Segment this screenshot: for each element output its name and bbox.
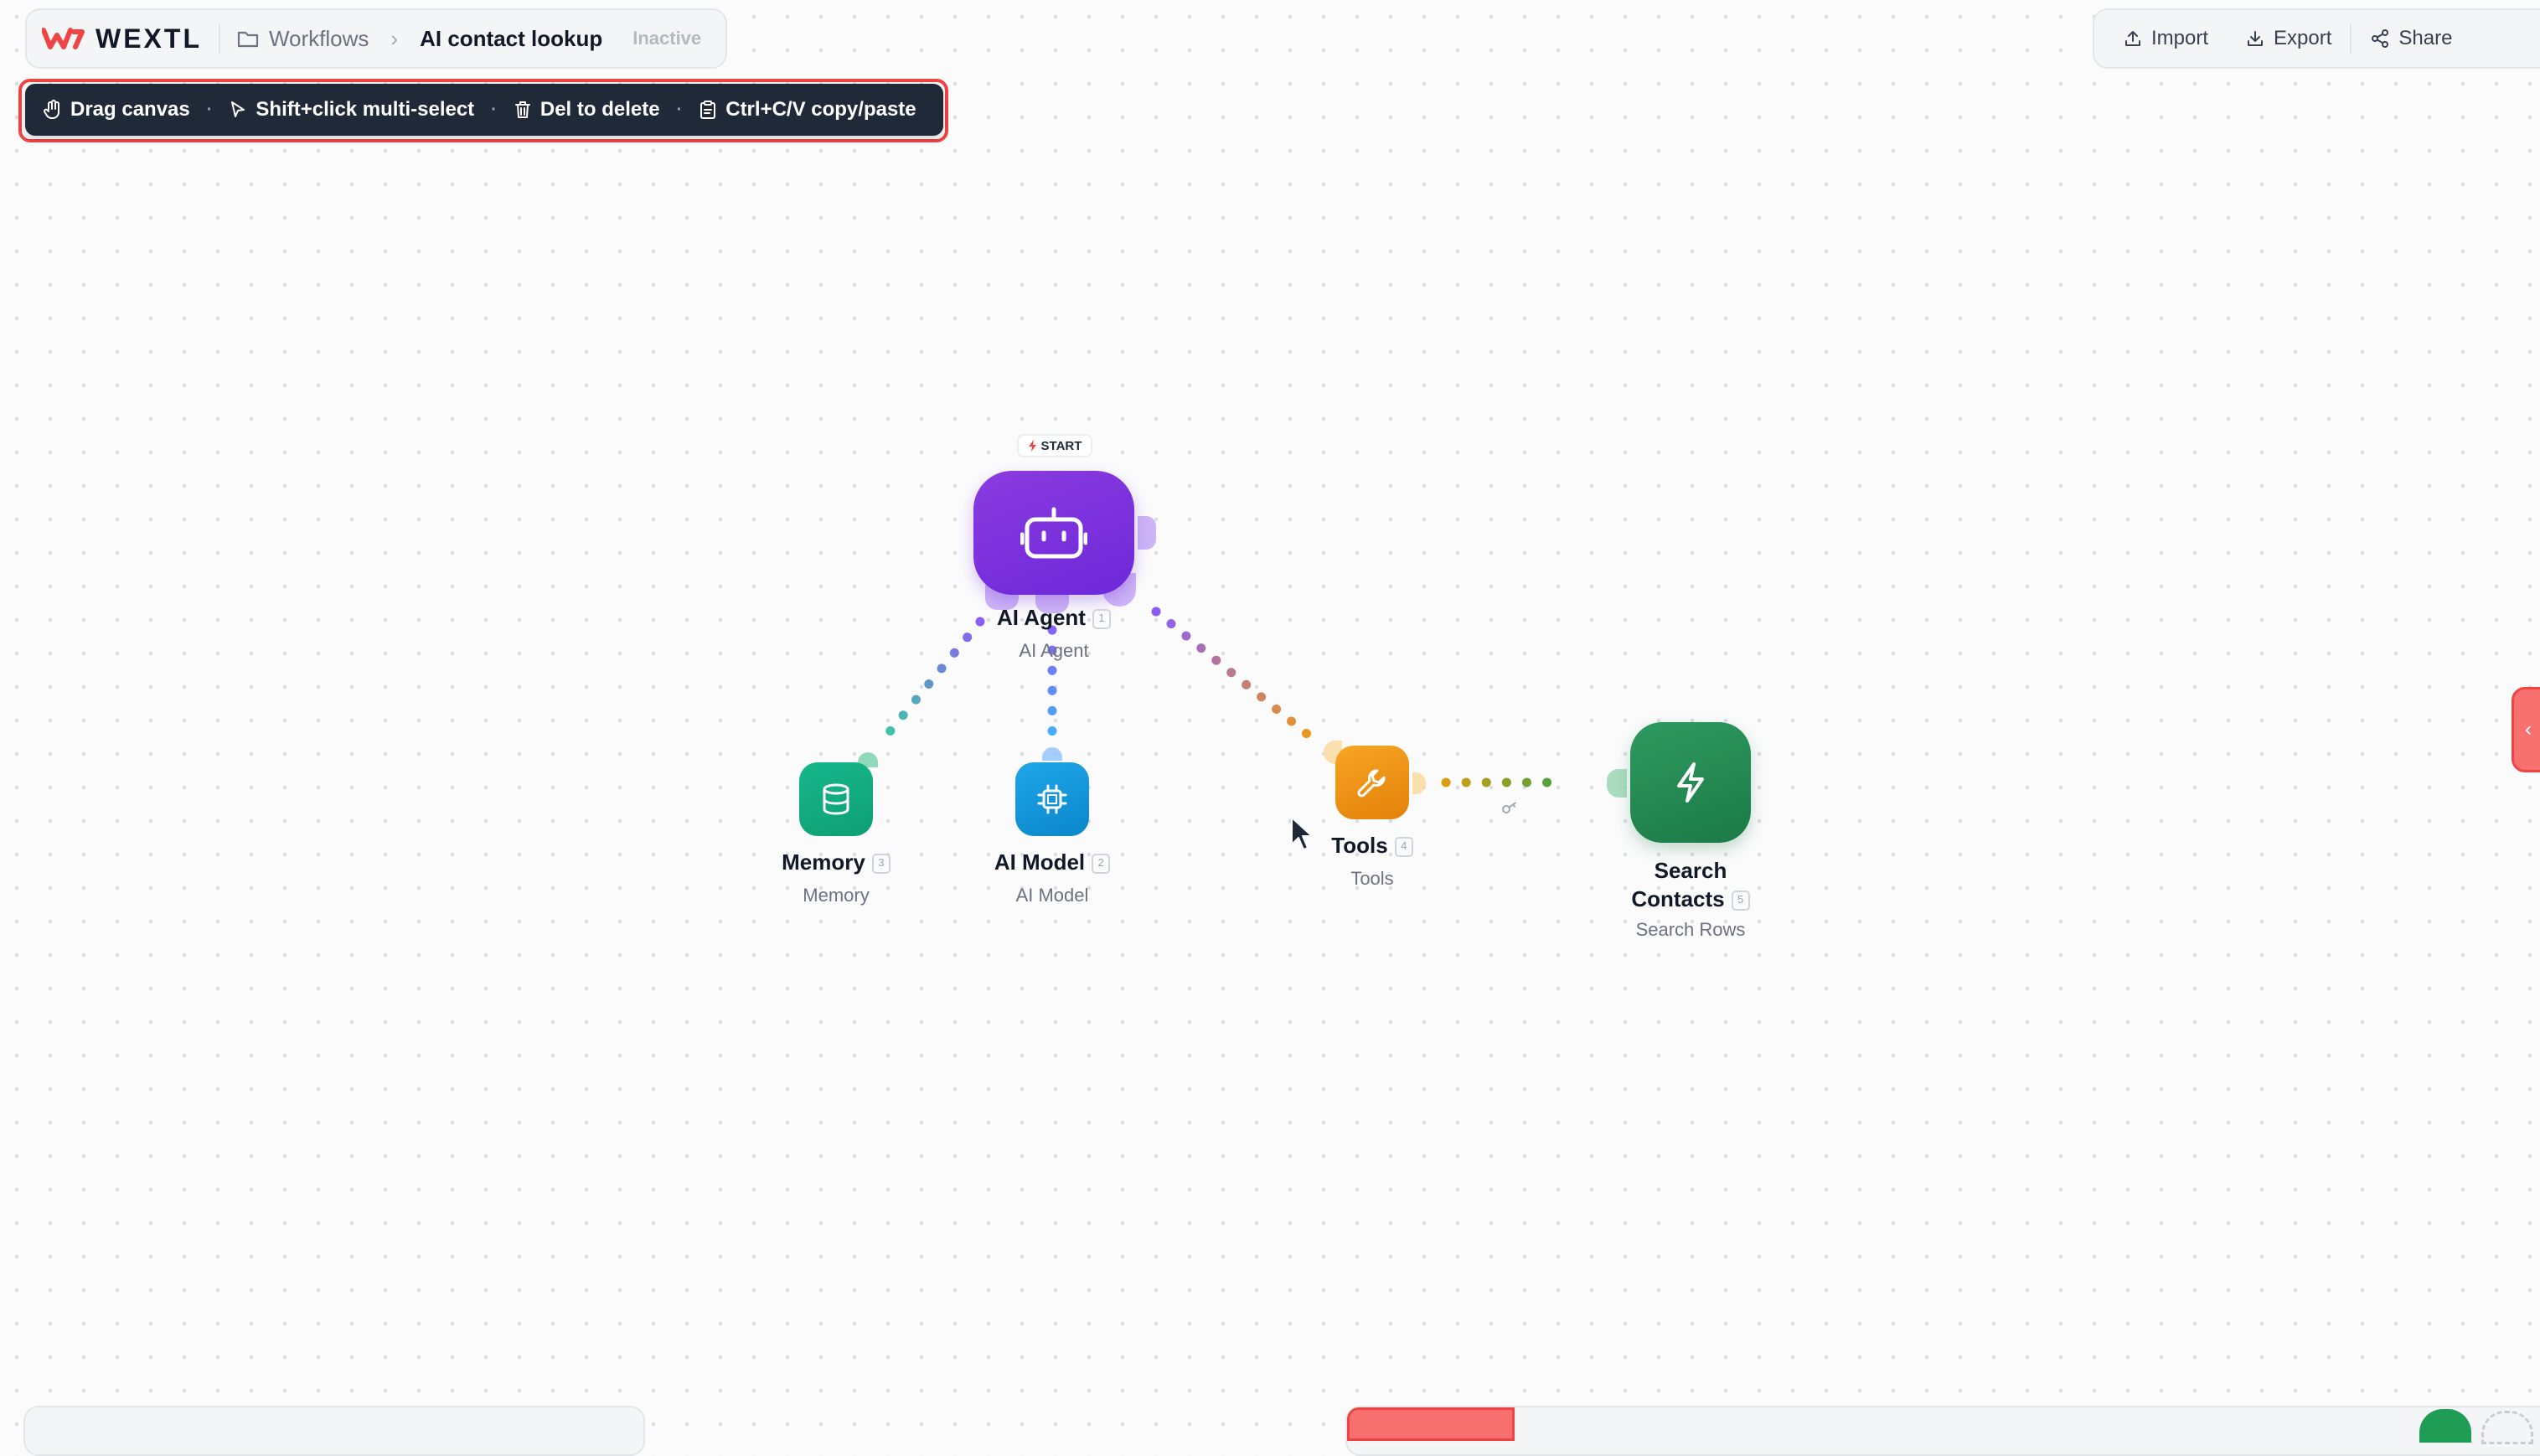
export-label: Export	[2274, 27, 2332, 49]
ai-agent-label: AI Agent 1	[968, 605, 1139, 631]
ai-agent-sublabel: AI Agent	[1019, 640, 1089, 661]
node-ai-model[interactable]	[1015, 762, 1089, 836]
lightning-icon	[1672, 761, 1709, 804]
hint-separator: ·	[676, 100, 683, 119]
import-label: Import	[2151, 27, 2209, 49]
hint-drag-canvas: Drag canvas	[44, 98, 190, 121]
canvas-hint-bar: Drag canvas · Shift+click multi-select ·…	[25, 84, 943, 136]
actions-divider	[2350, 23, 2352, 54]
workflow-title[interactable]: AI contact lookup	[420, 26, 602, 52]
node-title: AI Agent	[997, 605, 1086, 630]
breadcrumb: Workflows › AI contact lookup	[237, 26, 602, 52]
agent-output-port[interactable]	[1138, 516, 1156, 550]
bottom-right-toolbar	[1345, 1406, 2540, 1456]
tools-output-port[interactable]	[1412, 772, 1426, 794]
header-actions: Import Export Share	[2093, 8, 2540, 69]
share-button[interactable]: Share	[2370, 27, 2452, 50]
import-button[interactable]: Import	[2123, 27, 2208, 50]
tools-sublabel: Tools	[1350, 868, 1394, 889]
workflow-header: WEXTL Workflows › AI contact lookup Inac…	[25, 8, 727, 69]
status-badge[interactable]: Inactive	[632, 28, 701, 49]
ai-model-label: AI Model 2	[970, 849, 1134, 875]
ai-model-sublabel: AI Model	[1015, 885, 1089, 906]
chevron-right-icon: ›	[390, 25, 399, 51]
node-title: Search Contacts	[1631, 858, 1727, 911]
node-index: 2	[1092, 854, 1111, 875]
model-input-port[interactable]	[1042, 747, 1062, 761]
chevron-left-icon: ‹	[2525, 718, 2532, 741]
robot-icon	[1020, 504, 1087, 561]
memory-label: Memory 3	[754, 849, 918, 875]
clipboard-icon	[699, 100, 717, 120]
memory-sublabel: Memory	[803, 885, 870, 906]
node-title: AI Model	[994, 849, 1086, 875]
hint-separator: ·	[206, 100, 213, 119]
upload-icon	[2123, 28, 2143, 49]
node-search-contacts[interactable]	[1630, 722, 1751, 843]
chip-icon	[1035, 782, 1069, 816]
folder-icon	[237, 29, 259, 48]
database-icon	[821, 782, 851, 816]
edge-agent-memory[interactable]	[875, 617, 985, 749]
ai-agent-tile[interactable]	[973, 471, 1134, 595]
hint-multi-select: Shift+click multi-select	[229, 98, 474, 121]
bottom-red-tab[interactable]	[1347, 1407, 1515, 1441]
edge-agent-tools[interactable]	[1151, 607, 1312, 739]
node-index: 1	[1092, 609, 1111, 630]
brand-logo[interactable]: WEXTL	[42, 23, 202, 54]
node-index: 3	[871, 854, 891, 875]
brand-name: WEXTL	[96, 23, 202, 54]
hand-icon	[44, 100, 62, 120]
lightning-icon	[1028, 440, 1038, 452]
hint-separator: ·	[491, 100, 497, 119]
export-button[interactable]: Export	[2245, 27, 2331, 50]
hint-label: Del to delete	[539, 98, 660, 121]
hint-label: Drag canvas	[70, 98, 190, 121]
wrench-icon	[1355, 766, 1389, 799]
node-tools[interactable]	[1335, 746, 1409, 819]
node-memory[interactable]	[799, 762, 873, 836]
header-divider	[218, 23, 220, 54]
breadcrumb-workflows-link[interactable]: Workflows	[269, 26, 369, 52]
edge-key-icon	[1502, 802, 1517, 813]
search-contacts-sublabel: Search Rows	[1635, 919, 1746, 940]
workflow-edges	[875, 607, 1572, 813]
start-label: START	[1040, 438, 1082, 453]
node-title: Tools	[1331, 833, 1388, 858]
hint-delete: Del to delete	[514, 98, 660, 121]
search-contacts-label: Search Contacts 5	[1607, 856, 1774, 913]
pointer-icon	[229, 100, 247, 120]
node-index: 4	[1394, 837, 1413, 858]
share-icon	[2370, 28, 2390, 49]
node-title: Memory	[782, 849, 865, 875]
hint-label: Shift+click multi-select	[256, 98, 475, 121]
node-index: 5	[1731, 891, 1750, 911]
hint-label: Ctrl+C/V copy/paste	[725, 98, 916, 121]
download-icon	[2245, 28, 2265, 49]
trash-icon	[514, 100, 532, 120]
search-input-port[interactable]	[1607, 769, 1627, 798]
bottom-left-toolbar	[23, 1406, 645, 1456]
wextl-logo-icon	[42, 27, 85, 50]
side-panel-toggle[interactable]: ‹	[2512, 687, 2540, 772]
start-chip: START	[1017, 434, 1092, 457]
hint-copy-paste: Ctrl+C/V copy/paste	[699, 98, 916, 121]
mouse-cursor-icon	[1290, 816, 1315, 853]
share-label: Share	[2398, 27, 2453, 49]
